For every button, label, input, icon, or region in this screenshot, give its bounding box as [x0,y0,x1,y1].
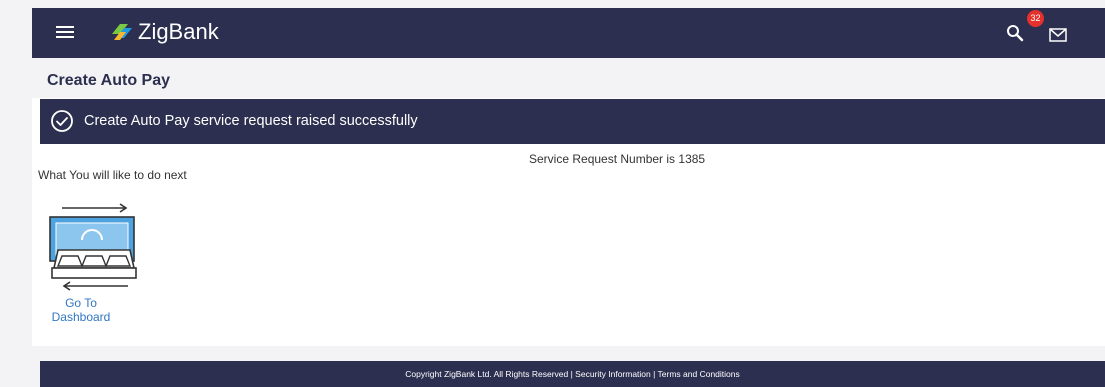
mail-badge-count: 32 [1027,10,1044,27]
brand-name: ZigBank [138,19,219,44]
app-header: ZigBank [32,8,1105,58]
success-message: Create Auto Pay service request raised s… [84,113,418,129]
dashboard-icon [49,203,137,291]
go-to-dashboard-link[interactable]: Go To Dashboard [40,200,140,330]
go-to-dashboard-label[interactable]: Go To Dashboard [40,296,122,324]
page-title: Create Auto Pay [47,72,170,89]
success-banner: Create Auto Pay service request raised s… [40,99,1105,144]
check-circle-icon [51,110,73,132]
service-request-number: Service Request Number is 1385 [529,152,706,166]
page-footer: Copyright ZigBank Ltd. All Rights Reserv… [40,361,1105,387]
page-title-bar [8,58,1105,98]
mail-icon[interactable] [1048,26,1070,44]
hamburger-menu-icon[interactable] [56,26,74,40]
next-actions-label: What You will like to do next [38,168,187,182]
zigbank-logo-icon [112,24,132,40]
brand-logo[interactable]: ZigBank [110,19,219,45]
search-icon[interactable] [1006,24,1024,42]
